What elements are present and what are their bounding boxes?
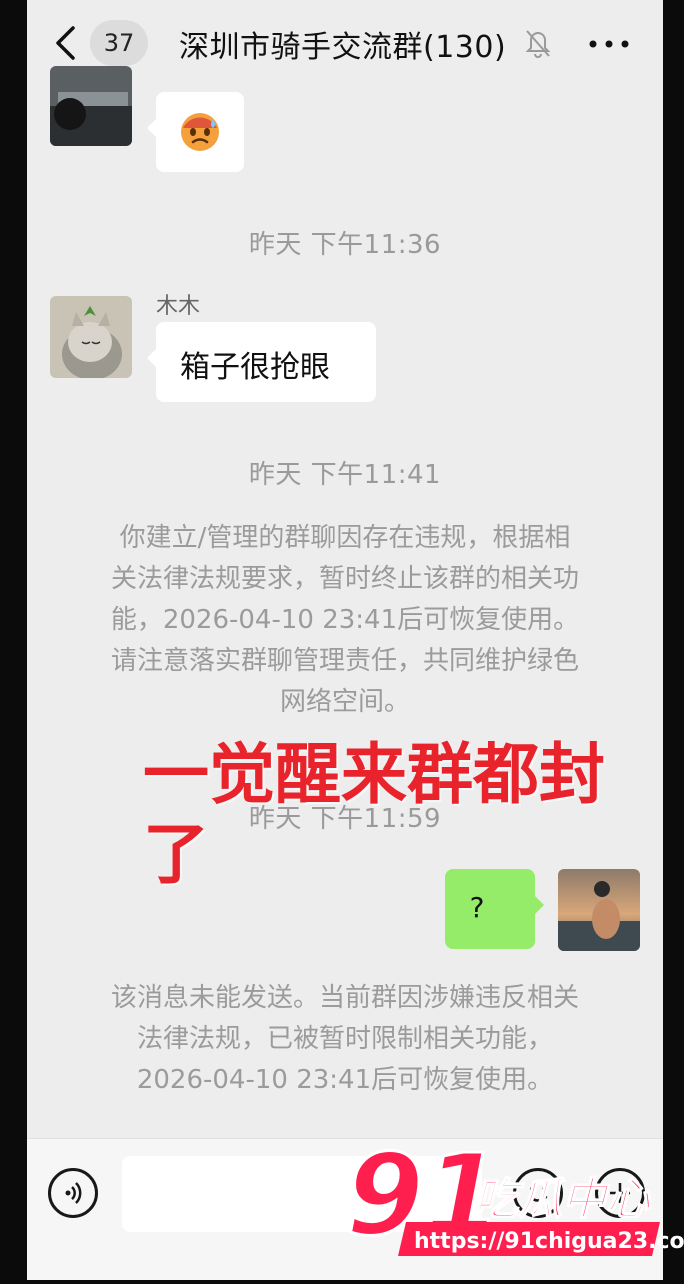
more-icon[interactable] — [589, 40, 629, 48]
avatar-previous-sender[interactable] — [50, 66, 132, 146]
system-notice-send-failed: 该消息未能发送。当前群因涉嫌违反相关 法律法规，已被暂时限制相关功能， 2026… — [110, 983, 579, 1095]
system-notice-group-suspended: 你建立/管理的群聊因存在违规，根据相 关法律法规要求，暂时终止该群的相关功 能，… — [110, 523, 580, 717]
site-watermark: 91 吃瓜中心 https://91chigua23.com — [340, 1130, 684, 1280]
message-bubble-mumu[interactable]: 箱子很抢眼 — [147, 322, 376, 402]
anxious-face-icon — [181, 113, 219, 151]
timestamp-label: 昨天 下午11:36 — [248, 230, 442, 260]
chat-screen: 37 深圳市骑手交流群(130) 昨天 下午11:36 木木 箱子很抢眼 昨天 … — [27, 0, 663, 1280]
message-text: 箱子很抢眼 — [180, 350, 330, 385]
svg-text:https://91chigua23.com: https://91chigua23.com — [414, 1229, 684, 1254]
timestamp-label: 昨天 下午11:41 — [248, 460, 442, 490]
message-bubble-emoji[interactable] — [147, 92, 244, 172]
unread-count-badge[interactable]: 37 — [90, 20, 148, 66]
back-icon[interactable] — [53, 24, 77, 62]
voice-button[interactable] — [48, 1168, 98, 1218]
message-text: ? — [469, 891, 485, 924]
sender-name: 木木 — [156, 294, 201, 319]
avatar-mumu[interactable] — [50, 296, 132, 378]
svg-text:吃瓜中心: 吃瓜中心 — [474, 1174, 652, 1225]
overlay-caption: 一觉醒来群都封了 — [143, 736, 605, 893]
voice-icon — [65, 1182, 82, 1204]
mute-icon — [525, 30, 551, 58]
chat-title[interactable]: 深圳市骑手交流群(130) — [179, 22, 506, 66]
